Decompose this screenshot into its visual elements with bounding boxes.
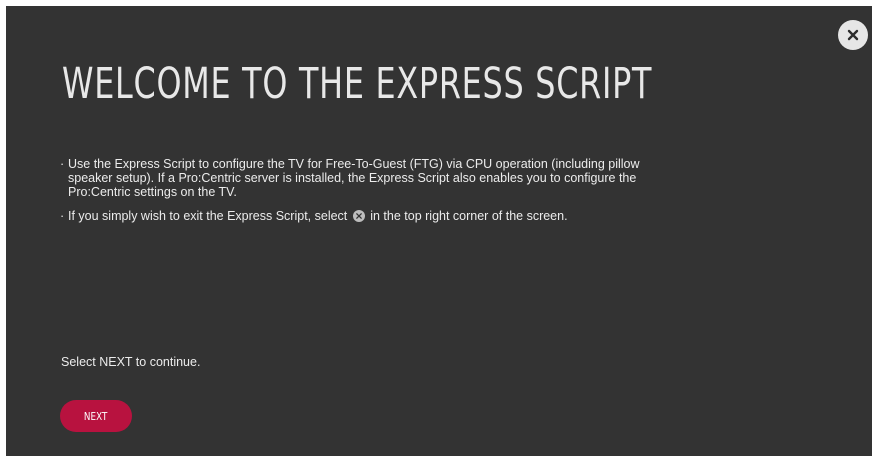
next-button[interactable]: NEXT	[60, 400, 132, 432]
instruction-text-end: in the top right corner of the screen.	[366, 209, 568, 223]
page-title: WELCOME TO THE EXPRESS SCRIPT	[62, 59, 653, 109]
list-item: · Use the Express Script to configure th…	[60, 157, 680, 199]
express-script-screen: WELCOME TO THE EXPRESS SCRIPT · Use the …	[6, 6, 872, 456]
close-icon	[352, 210, 365, 222]
continue-hint: Select NEXT to continue.	[61, 355, 201, 369]
bullet-marker: ·	[60, 157, 65, 171]
instruction-text-start: If you simply wish to exit the Express S…	[68, 209, 351, 223]
next-button-label: NEXT	[84, 409, 108, 423]
close-button[interactable]	[838, 20, 868, 50]
bullet-marker: ·	[60, 209, 65, 223]
list-item: · If you simply wish to exit the Express…	[60, 209, 680, 223]
close-icon	[847, 29, 859, 41]
instruction-list: · Use the Express Script to configure th…	[60, 157, 680, 233]
instruction-text: Use the Express Script to configure the …	[68, 157, 640, 199]
